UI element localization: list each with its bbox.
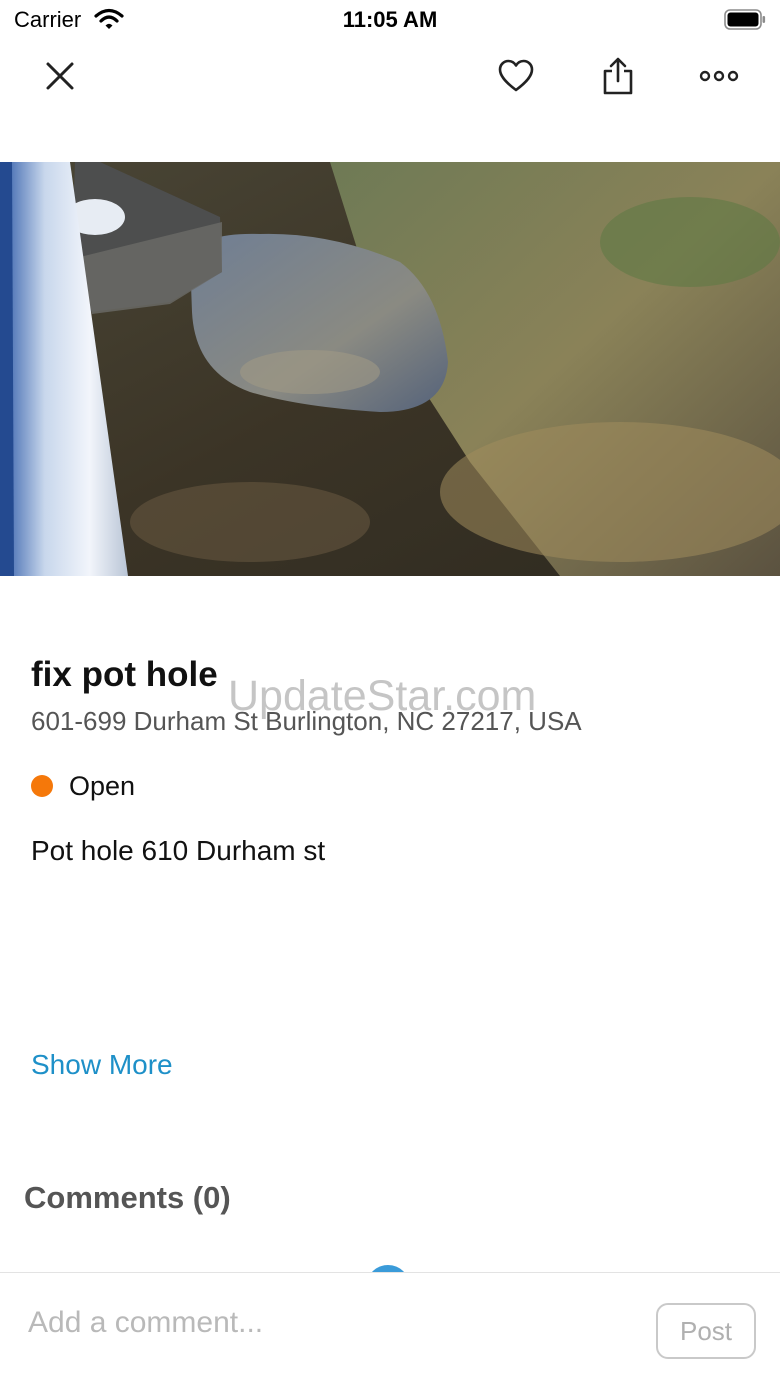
post-button[interactable]: Post: [656, 1303, 756, 1359]
heart-icon: [498, 59, 534, 98]
report-address: 601-699 Durham St Burlington, NC 27217, …: [31, 706, 582, 736]
more-options-button[interactable]: [697, 56, 741, 100]
report-description: Pot hole 610 Durham st: [31, 835, 326, 866]
navigation-bar: [0, 40, 780, 120]
show-more-link[interactable]: Show More: [31, 1049, 173, 1081]
close-icon: [45, 61, 75, 96]
comment-input[interactable]: [20, 1293, 636, 1353]
report-title: fix pot hole: [31, 655, 218, 694]
report-photo[interactable]: [0, 162, 780, 576]
battery-icon: [724, 9, 766, 30]
favorite-button[interactable]: [494, 56, 538, 100]
status-dot-icon: [31, 775, 53, 797]
status-time: 11:05 AM: [342, 7, 438, 32]
status-bar: Carrier 11:05 AM: [0, 0, 780, 40]
share-button[interactable]: [596, 56, 640, 100]
close-button[interactable]: [38, 56, 82, 100]
share-icon: [601, 57, 635, 100]
more-icon: [699, 69, 739, 87]
comment-composer: Post: [0, 1272, 780, 1388]
report-status: Open: [31, 770, 135, 802]
status-label: Open: [69, 770, 136, 801]
comments-heading: Comments (0): [24, 1180, 231, 1215]
